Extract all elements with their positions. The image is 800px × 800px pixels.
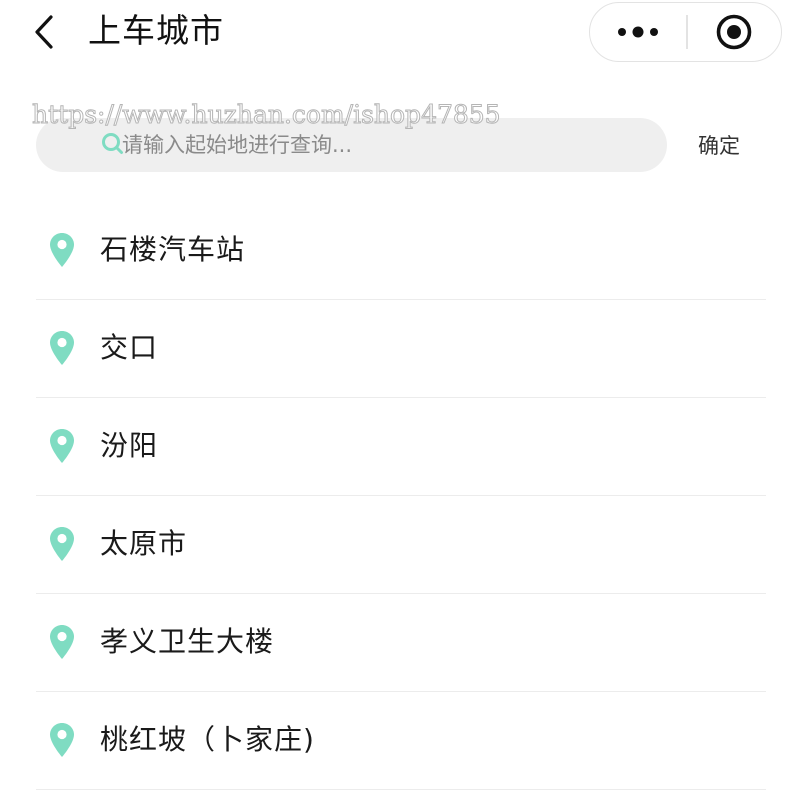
list-item[interactable]: 孝义卫生大楼 [36, 594, 766, 692]
back-button[interactable] [22, 10, 66, 54]
list-item[interactable]: 太原市 [36, 496, 766, 594]
city-label: 孝义卫生大楼 [100, 625, 275, 658]
page-title: 上车城市 [88, 11, 224, 50]
target-close-icon [716, 14, 752, 50]
chevron-left-icon [35, 15, 53, 49]
list-item[interactable]: 桃红坡（卜家庄) [36, 692, 766, 790]
page: 上车城市 确定 https://www [0, 0, 800, 800]
close-button[interactable] [688, 3, 782, 61]
city-list: 石楼汽车站 交口 汾阳 太原市 孝义卫生大楼 桃红坡（卜家庄) [36, 202, 766, 790]
location-pin-icon [50, 331, 74, 365]
city-label: 桃红坡（卜家庄) [100, 723, 315, 756]
mini-program-capsule [589, 2, 782, 62]
location-pin-icon [50, 233, 74, 267]
search-box [36, 118, 667, 172]
confirm-button[interactable]: 确定 [683, 128, 755, 164]
city-label: 石楼汽车站 [100, 233, 246, 266]
list-item[interactable]: 石楼汽车站 [36, 202, 766, 300]
city-label: 太原市 [100, 527, 188, 560]
city-label: 交口 [100, 331, 159, 364]
header-bar: 上车城市 [0, 0, 800, 64]
location-pin-icon [50, 625, 74, 659]
more-button[interactable] [590, 3, 686, 61]
search-input[interactable] [122, 118, 642, 172]
list-item[interactable]: 汾阳 [36, 398, 766, 496]
list-item[interactable]: 交口 [36, 300, 766, 398]
location-pin-icon [50, 527, 74, 561]
location-pin-icon [50, 429, 74, 463]
location-pin-icon [50, 723, 74, 757]
city-label: 汾阳 [100, 429, 159, 462]
more-dots-icon [618, 26, 658, 38]
